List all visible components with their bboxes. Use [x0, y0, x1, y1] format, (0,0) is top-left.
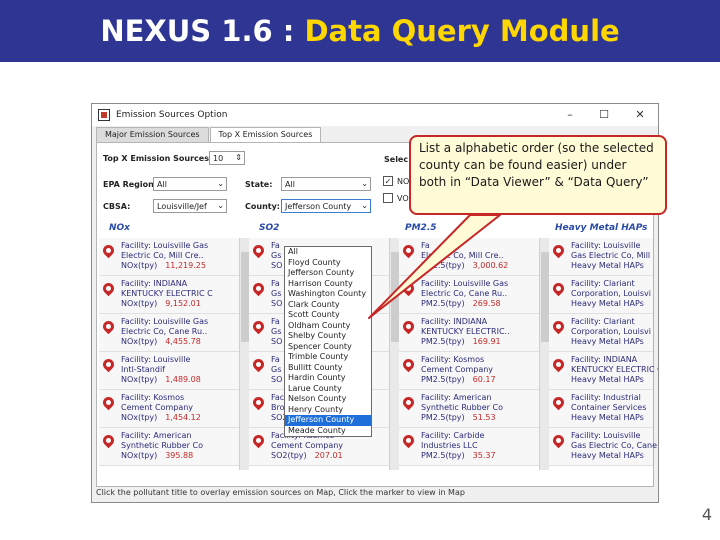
callout-pointer	[368, 214, 501, 319]
slide-number: 4	[701, 505, 712, 524]
annotation-callout: List a alphabetic order (so the selected…	[409, 135, 667, 215]
